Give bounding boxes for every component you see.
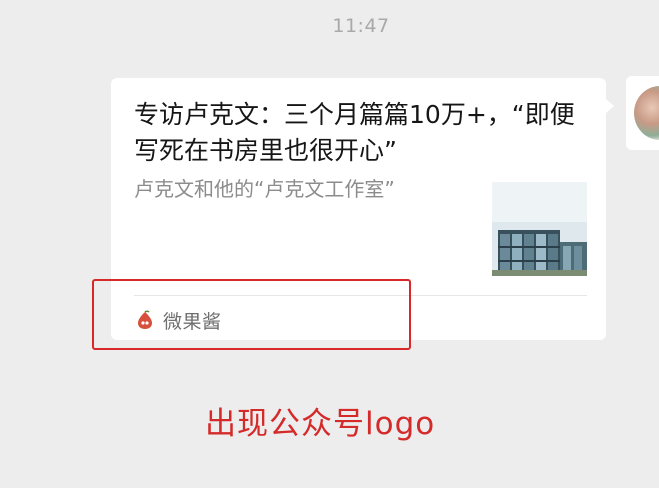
article-thumbnail	[492, 182, 587, 276]
sender-avatar[interactable]	[626, 76, 659, 150]
chat-timestamp: 11:47	[332, 15, 390, 37]
logo-highlight-box	[92, 279, 411, 350]
article-summary: 卢克文和他的“卢克文工作室”	[134, 177, 395, 201]
annotation-caption: 出现公众号logo	[205, 406, 436, 442]
message-bubble-tail	[605, 98, 614, 114]
building-thumbnail-image	[492, 182, 587, 276]
avatar-image	[634, 86, 659, 140]
article-title: 专访卢克文：三个月篇篇10万+，“即便写死在书房里也很开心”	[134, 100, 575, 165]
